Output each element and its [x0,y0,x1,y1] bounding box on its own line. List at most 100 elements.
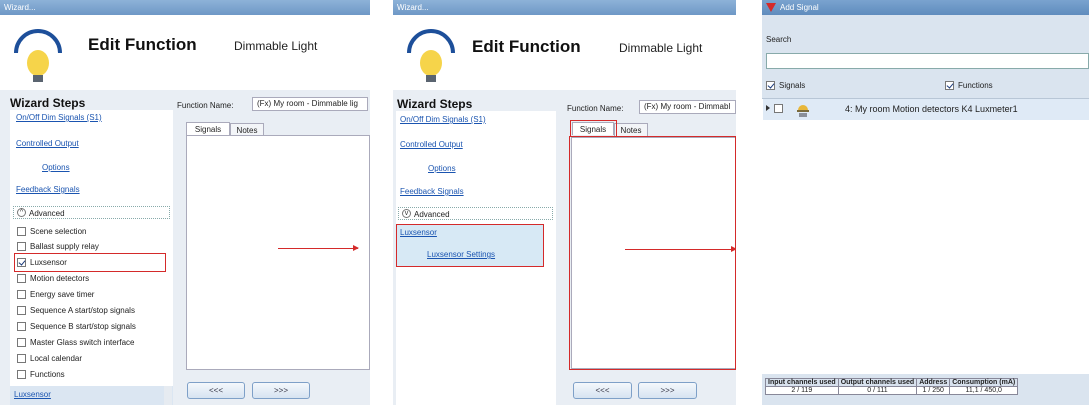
option-ballast-supply-relay[interactable]: Ballast supply relay [17,239,99,254]
highlight-luxsensor [14,253,166,272]
signal-list [762,98,1089,375]
header-output-channels: Output channels used [837,378,918,387]
checkbox[interactable] [17,322,26,332]
wizard-steps-title: Wizard Steps [10,96,86,110]
header: Edit Function Dimmable Light [393,15,736,90]
header-consumption: Consumption (mA) [949,378,1019,387]
step-feedback-signals[interactable]: Feedback Signals [400,187,464,196]
value-consumption: 11,1 / 450,0 [949,386,1019,395]
expand-arrow-icon[interactable] [766,105,770,111]
wizard-steps-title: Wizard Steps [397,97,473,111]
step-options[interactable]: Options [42,163,70,172]
light-bulb-icon [14,29,62,82]
signals-filter[interactable]: Signals [766,81,806,91]
option-sequence-b[interactable]: Sequence B start/stop signals [17,319,136,334]
chevron-down-icon: v [402,209,411,218]
previous-button[interactable]: <<< [187,382,245,399]
header-subtitle: Dimmable Light [619,41,703,55]
function-name-input[interactable]: (Fx) My room - Dimmabl [639,100,736,114]
header-address: Address [916,378,951,387]
checkbox[interactable] [17,242,26,252]
signals-area[interactable] [186,135,370,370]
option-scene-selection[interactable]: Scene selection [17,224,86,239]
signals-filter-label: Signals [779,81,806,90]
previous-button[interactable]: <<< [573,382,632,399]
option-label: Functions [30,370,65,379]
step-options[interactable]: Options [428,164,456,173]
option-label: Energy save timer [30,290,95,299]
header: Edit Function Dimmable Light [0,15,370,90]
add-signal-icon [766,3,776,13]
usage-table: Input channels used Output channels used… [765,378,1019,395]
option-sequence-a[interactable]: Sequence A start/stop signals [17,303,135,318]
option-label: Sequence B start/stop signals [30,322,136,331]
tab-notes[interactable]: Notes [614,123,648,136]
checkbox[interactable] [17,306,26,316]
current-step-link[interactable]: Luxsensor [14,390,51,399]
light-bulb-icon [407,29,455,82]
luxmeter-icon [797,105,809,117]
window-title: Wizard... [0,0,370,15]
advanced-options-list: Scene selection Ballast supply relay Lux… [13,222,171,385]
step-feedback-signals[interactable]: Feedback Signals [16,185,80,194]
option-energy-save-timer[interactable]: Energy save timer [17,287,94,302]
function-name-label: Function Name: [567,104,624,113]
advanced-label: Advanced [414,210,450,219]
value-output-channels: 0 / 111 [837,386,918,395]
advanced-label: Advanced [29,209,65,218]
checkbox[interactable] [17,274,26,284]
chevron-up-icon: ^ [17,208,26,217]
option-motion-detectors[interactable]: Motion detectors [17,271,89,286]
step-controlled-output[interactable]: Controlled Output [400,140,463,149]
window-title-bar: Add Signal [762,0,1089,15]
checkbox-checked[interactable] [945,81,954,91]
tab-signals[interactable]: Signals [186,122,230,135]
checkbox[interactable] [17,370,26,380]
window-title: Add Signal [780,3,819,12]
advanced-toggle[interactable]: v Advanced [398,207,553,220]
signal-checkbox[interactable] [774,104,783,113]
step-onoff-dim[interactable]: On/Off Dim Signals (S1) [400,115,486,124]
arrow-right-icon [625,246,736,252]
option-label: Scene selection [30,227,87,236]
function-name-input[interactable]: (Fx) My room - Dimmable lig [252,97,368,111]
functions-filter-label: Functions [958,81,993,90]
option-functions[interactable]: Functions [17,367,65,382]
next-button[interactable]: >>> [638,382,697,399]
next-button[interactable]: >>> [252,382,310,399]
advanced-toggle[interactable]: ^ Advanced [13,206,170,219]
value-input-channels: 2 / 119 [765,386,839,395]
wizard-window-2: Wizard... Edit Function Dimmable Light W… [393,0,736,405]
highlight-luxsensor-steps [396,224,544,267]
scrollbar[interactable] [164,386,172,405]
checkbox[interactable] [17,290,26,300]
option-label: Ballast supply relay [30,242,99,251]
checkbox[interactable] [17,338,26,348]
search-input[interactable] [766,53,1089,69]
step-controlled-output[interactable]: Controlled Output [16,139,79,148]
option-label: Sequence A start/stop signals [30,306,135,315]
option-label: Local calendar [30,354,83,363]
checkbox-checked[interactable] [766,81,775,91]
checkbox[interactable] [17,227,26,237]
header-input-channels: Input channels used [765,378,839,387]
option-master-glass[interactable]: Master Glass switch interface [17,335,134,350]
header-subtitle: Dimmable Light [234,39,318,53]
step-onoff-dim[interactable]: On/Off Dim Signals (S1) [16,113,102,122]
checkbox[interactable] [17,354,26,364]
function-name-label: Function Name: [177,101,234,110]
signal-item-label: 4: My room Motion detectors K4 Luxmeter1 [845,104,1018,114]
option-label: Motion detectors [30,274,90,283]
value-address: 1 / 250 [916,386,951,395]
wizard-window-1: Wizard... Edit Function Dimmable Light W… [0,0,370,405]
option-label: Master Glass switch interface [30,338,135,347]
arrow-right-icon [278,245,359,251]
header-title: Edit Function [88,35,197,54]
functions-filter[interactable]: Functions [945,81,993,91]
add-signal-window: Add Signal Search Signals Functions 4: M… [762,0,1089,405]
highlight-signals-area [569,136,736,370]
option-local-calendar[interactable]: Local calendar [17,351,82,366]
header-title: Edit Function [472,37,581,56]
window-title: Wizard... [393,0,736,15]
search-label: Search [766,35,792,44]
